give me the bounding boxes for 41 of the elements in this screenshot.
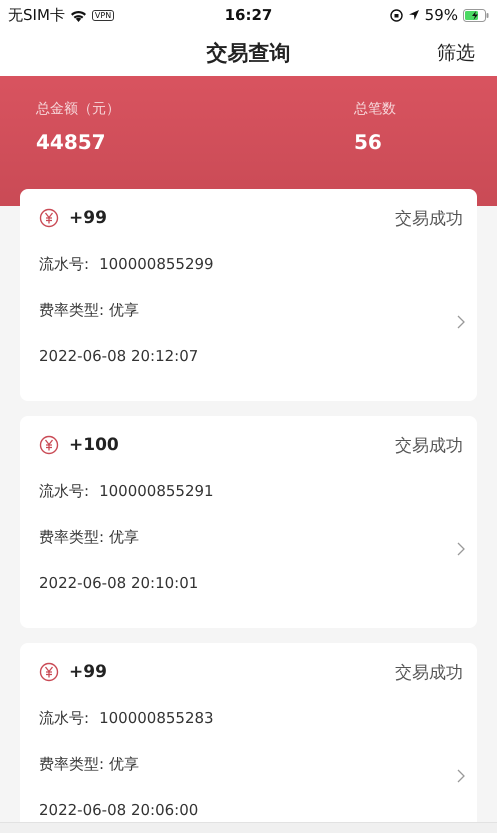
wifi-icon [70, 8, 87, 22]
filter-link[interactable]: 筛选 [437, 40, 475, 66]
status-text: 交易成功 [395, 434, 463, 456]
yuan-icon [39, 662, 59, 682]
amount-text: +99 [69, 662, 107, 682]
rate-type-text: 费率类型: 优享 [39, 754, 139, 774]
transaction-time: 2022-06-08 20:06:00 [39, 801, 198, 819]
transaction-card[interactable]: +99 交易成功 流水号: 100000855283 费率类型: 优享 2022-06-08 20:06:00 [20, 643, 477, 822]
transaction-card[interactable]: +99 交易成功 流水号: 100000855299 费率类型: 优享 2022-06-08 20:12:07 [20, 189, 477, 401]
vpn-badge: VPN [92, 10, 114, 20]
status-text: 交易成功 [395, 208, 463, 230]
chevron-right-icon [457, 769, 465, 783]
serial-number: 100000855299 [99, 255, 214, 273]
chevron-right-icon [457, 315, 465, 329]
battery-percent: 59% [424, 6, 458, 24]
transaction-card[interactable]: +100 交易成功 流水号: 100000855291 费率类型: 优享 2022-06-08 20:10:01 [20, 416, 477, 628]
location-arrow-icon [408, 9, 420, 21]
serial-label: 流水号: [39, 708, 90, 728]
transaction-time: 2022-06-08 20:12:07 [39, 347, 198, 365]
chevron-right-icon [457, 542, 465, 556]
amount-text: +100 [69, 435, 119, 455]
transaction-time: 2022-06-08 20:10:01 [39, 574, 198, 592]
status-text: 交易成功 [395, 662, 463, 684]
yuan-icon [39, 208, 59, 228]
total-count-value: 56 [354, 130, 383, 154]
amount-text: +99 [69, 208, 107, 228]
rotation-lock-icon [390, 8, 403, 22]
serial-number: 100000855291 [99, 482, 214, 500]
total-amount-label: 总金额（元） [36, 100, 121, 118]
rate-type-text: 费率类型: 优享 [39, 528, 139, 546]
total-amount-value: 44857 [36, 130, 107, 154]
page-title: 交易查询 [206, 40, 290, 67]
rate-type-text: 费率类型: 优享 [39, 300, 139, 320]
yuan-icon [39, 435, 59, 455]
serial-label: 流水号: [39, 254, 90, 274]
carrier-text: 无SIM卡 [8, 6, 65, 24]
clock-text: 16:27 [224, 6, 272, 24]
total-count-label: 总笔数 [354, 100, 397, 118]
serial-label: 流水号: [39, 482, 90, 500]
battery-icon [463, 8, 489, 22]
serial-number: 100000855283 [99, 709, 214, 727]
